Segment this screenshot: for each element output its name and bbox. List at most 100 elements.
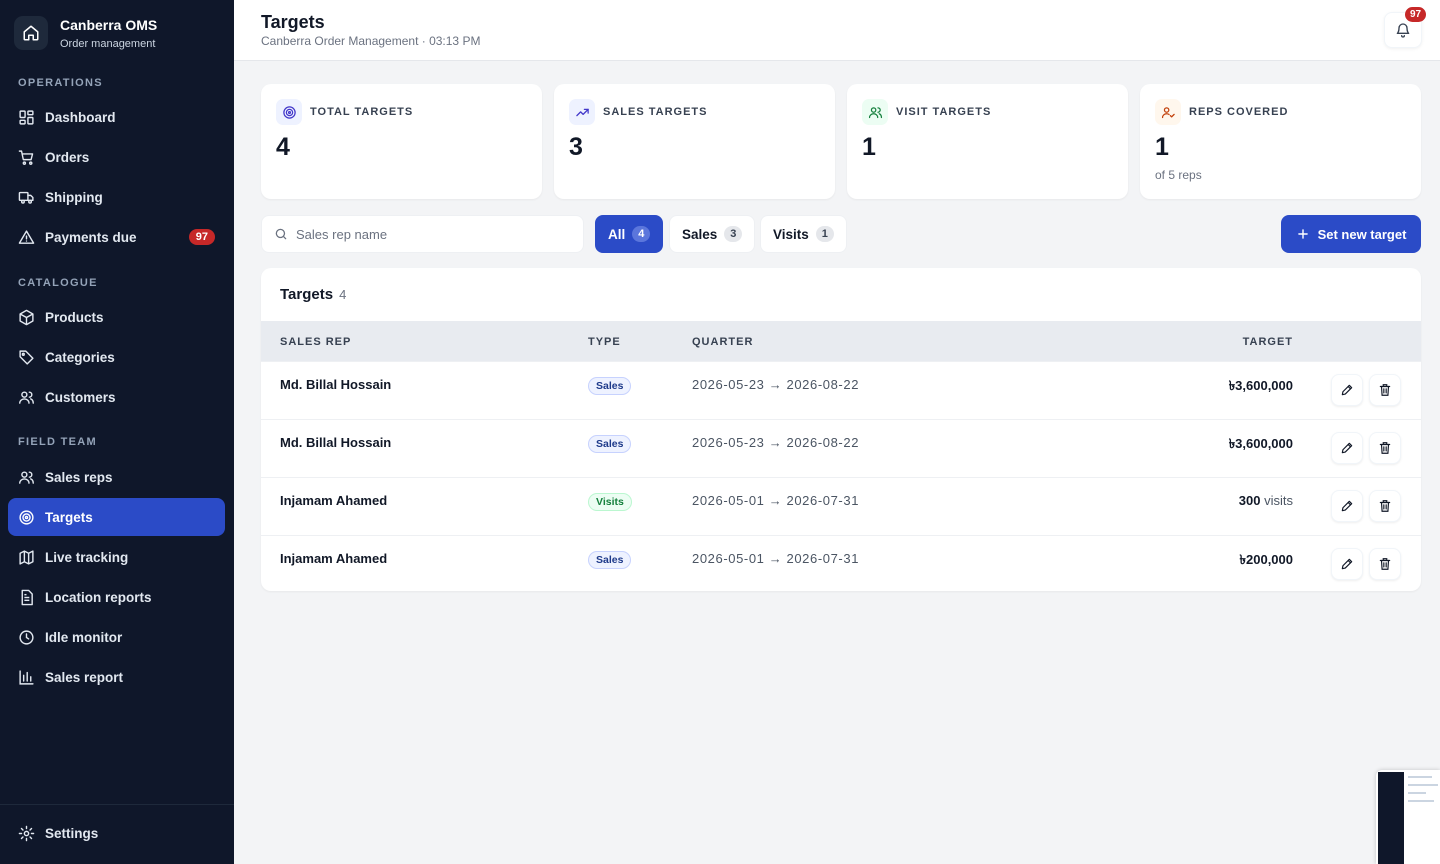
sidebar-item-label: Categories (45, 349, 115, 365)
filter-visits[interactable]: Visits 1 (760, 215, 847, 253)
edit-button[interactable] (1331, 374, 1363, 406)
filter-count: 3 (724, 226, 743, 242)
brand-subtitle: Order management (60, 37, 156, 50)
page-header: Targets Canberra Order Management · 03:1… (234, 0, 1440, 61)
sidebar-item-location-reports[interactable]: Location reports (8, 578, 225, 616)
search-box (261, 215, 584, 253)
sidebar-item-live-tracking[interactable]: Live tracking (8, 538, 225, 576)
type-badge: Sales (588, 551, 632, 569)
sidebar-item-sales-report[interactable]: Sales report (8, 658, 225, 696)
users-icon (862, 99, 888, 125)
sidebar-item-idle-monitor[interactable]: Idle monitor (8, 618, 225, 656)
delete-button[interactable] (1369, 490, 1401, 522)
target-value: ৳3,600,000 (1229, 435, 1293, 456)
map-icon (19, 549, 34, 565)
filter-all[interactable]: All 4 (595, 215, 664, 253)
stat-card-sales-targets: SALES TARGETS 3 (554, 84, 835, 199)
target-icon (276, 99, 302, 125)
edit-button[interactable] (1331, 490, 1363, 522)
sidebar-item-sales-reps[interactable]: Sales reps (8, 458, 225, 496)
edit-button[interactable] (1331, 548, 1363, 580)
target-value: 300 visits (1239, 493, 1293, 508)
trending-up-icon (569, 99, 595, 125)
bar-chart-icon (19, 669, 34, 685)
pencil-icon (1341, 500, 1353, 512)
column-header-quarter[interactable]: QUARTER (692, 336, 753, 348)
table-row: Injamam Ahamed Sales 2026-05-01 → 2026-0… (261, 535, 1421, 591)
sidebar-item-label: Sales reps (45, 469, 113, 485)
filter-sales[interactable]: Sales 3 (669, 215, 756, 253)
payments-due-badge: 97 (188, 229, 215, 245)
rep-name: Injamam Ahamed (280, 493, 388, 508)
delete-button[interactable] (1369, 548, 1401, 580)
target-amount: ৳3,600,000 (1228, 436, 1293, 451)
sidebar-item-shipping[interactable]: Shipping (8, 178, 225, 216)
sidebar-item-targets[interactable]: Targets (8, 498, 225, 536)
filter-count: 1 (815, 226, 834, 242)
quarter-range: 2026-05-23 → 2026-08-22 (692, 435, 860, 450)
thumbnail-line (1408, 792, 1426, 794)
sidebar-item-label: Customers (45, 389, 116, 405)
tag-icon (19, 349, 34, 365)
sidebar-item-dashboard[interactable]: Dashboard (8, 98, 225, 136)
rep-name: Md. Billal Hossain (280, 435, 392, 450)
table-title-text: Targets (280, 286, 334, 303)
set-new-target-button[interactable]: Set new target (1281, 215, 1421, 253)
stat-card-visit-targets: VISIT TARGETS 1 (847, 84, 1128, 199)
trash-icon (1379, 500, 1391, 512)
sidebar-item-customers[interactable]: Customers (8, 378, 225, 416)
section-label-catalogue: CATALOGUE (18, 277, 98, 289)
gear-icon (18, 825, 35, 841)
sidebar-item-products[interactable]: Products (8, 298, 225, 336)
target-amount: ৳3,600,000 (1228, 378, 1293, 393)
sidebar-item-payments-due[interactable]: Payments due 97 (8, 218, 225, 256)
table-count: 4 (339, 287, 347, 302)
sidebar-item-label: Products (45, 309, 104, 325)
filter-label: All (608, 226, 626, 242)
truck-icon (18, 191, 34, 204)
section-label-operations: OPERATIONS (18, 77, 103, 89)
sidebar-item-label: Payments due (45, 229, 137, 245)
filter-label: Visits (773, 226, 809, 242)
edit-button[interactable] (1331, 432, 1363, 464)
quarter-range: 2026-05-23 → 2026-08-22 (692, 377, 860, 392)
delete-button[interactable] (1369, 432, 1401, 464)
plus-icon (1297, 229, 1308, 239)
type-badge: Sales (588, 435, 632, 453)
sidebar-item-settings[interactable]: Settings (8, 814, 225, 852)
type-badge: Visits (588, 493, 632, 511)
sidebar-item-label: Sales report (45, 669, 124, 685)
sidebar-item-label: Shipping (45, 189, 103, 205)
sidebar-item-label: Idle monitor (45, 629, 123, 645)
stat-label: VISIT TARGETS (896, 106, 992, 118)
stat-value: 4 (276, 133, 290, 161)
cart-icon (18, 149, 34, 165)
sidebar-item-categories[interactable]: Categories (8, 338, 225, 376)
search-input[interactable] (296, 226, 556, 242)
target-icon (19, 509, 34, 525)
trash-icon (1379, 558, 1391, 570)
brand-title: Canberra OMS (60, 16, 158, 33)
filter-count: 4 (632, 226, 651, 242)
stat-value: 3 (569, 133, 583, 161)
sidebar-item-label: Orders (45, 149, 90, 165)
window-thumbnail[interactable] (1376, 770, 1440, 864)
column-header-target[interactable]: TARGET (1243, 336, 1293, 348)
stat-label: SALES TARGETS (603, 106, 708, 118)
target-value: ৳200,000 (1240, 551, 1293, 572)
rep-name: Injamam Ahamed (280, 551, 388, 566)
grid-icon (19, 109, 34, 125)
sidebar-divider (0, 804, 234, 805)
column-header-sales-rep[interactable]: SALES REP (280, 336, 351, 348)
delete-button[interactable] (1369, 374, 1401, 406)
sidebar-item-orders[interactable]: Orders (8, 138, 225, 176)
sidebar-item-label: Settings (45, 825, 99, 841)
quarter-range: 2026-05-01 → 2026-07-31 (692, 551, 860, 566)
table-header: SALES REP TYPE QUARTER TARGET (261, 321, 1421, 361)
brand[interactable]: Canberra OMS Order management (14, 16, 157, 50)
table-row: Md. Billal Hossain Sales 2026-05-23 → 20… (261, 419, 1421, 477)
search-icon (275, 228, 287, 240)
sidebar-item-label: Targets (45, 509, 93, 525)
sidebar-item-label: Live tracking (45, 549, 129, 565)
column-header-type[interactable]: TYPE (588, 336, 621, 348)
